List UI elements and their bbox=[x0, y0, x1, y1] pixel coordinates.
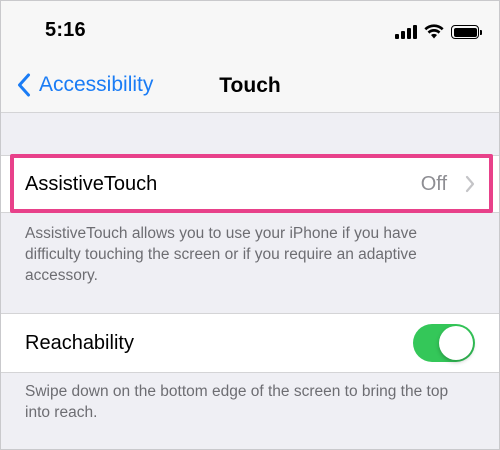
chevron-right-icon bbox=[465, 175, 475, 193]
reachability-row: Reachability bbox=[1, 313, 499, 373]
assistive-touch-row[interactable]: AssistiveTouch Off bbox=[1, 155, 499, 213]
reachability-footer: Swipe down on the bottom edge of the scr… bbox=[25, 383, 449, 421]
wifi-icon bbox=[424, 24, 444, 39]
status-time: 5:16 bbox=[45, 19, 86, 41]
toggle-knob bbox=[439, 326, 473, 360]
cellular-signal-icon bbox=[395, 25, 417, 39]
battery-icon bbox=[451, 25, 482, 39]
screen-frame: 5:16 Accessibility Touch AssistiveTouch … bbox=[0, 0, 500, 450]
assistive-touch-value: Off bbox=[420, 172, 447, 195]
status-bar: 5:16 bbox=[1, 1, 499, 61]
assistive-touch-label: AssistiveTouch bbox=[25, 172, 158, 195]
page-title: Touch bbox=[219, 74, 281, 97]
assistive-touch-footer: AssistiveTouch allows you to use your iP… bbox=[25, 225, 418, 284]
status-icons bbox=[395, 23, 482, 39]
navigation-bar: Accessibility Touch bbox=[1, 61, 499, 113]
settings-content: AssistiveTouch Off AssistiveTouch allows… bbox=[1, 113, 499, 449]
reachability-toggle[interactable] bbox=[413, 324, 475, 362]
reachability-label: Reachability bbox=[25, 331, 134, 354]
